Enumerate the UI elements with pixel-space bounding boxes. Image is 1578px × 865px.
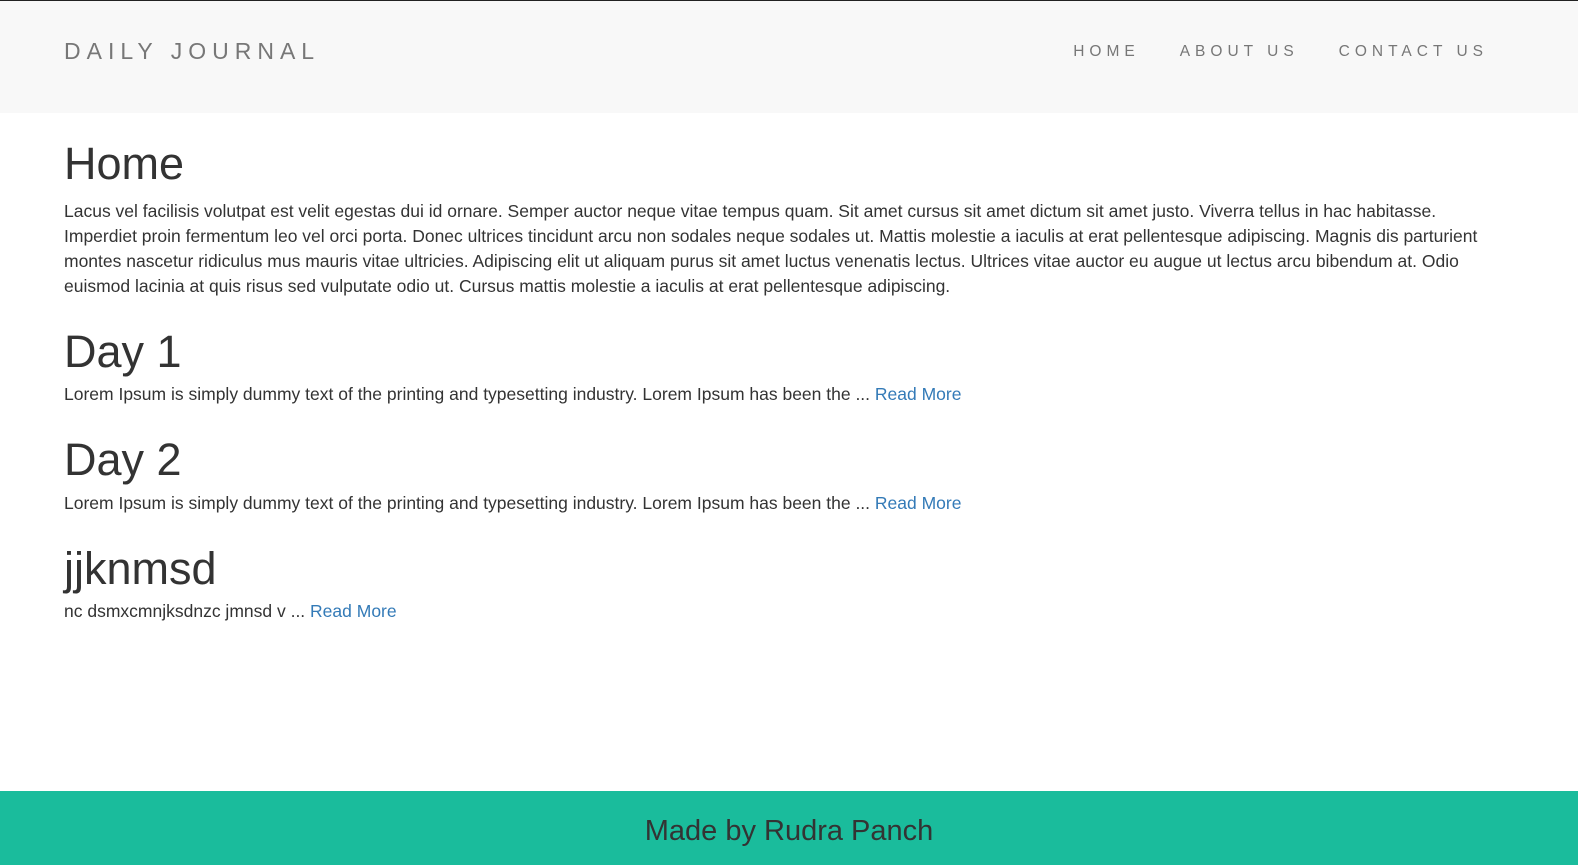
- nav-links: HOME ABOUT US CONTACT US: [1033, 43, 1488, 61]
- page-title: Home: [64, 138, 185, 189]
- nav-item-about: ABOUT US: [1180, 43, 1299, 61]
- post-excerpt-line: Lorem Ipsum is simply dummy text of the …: [64, 491, 1514, 516]
- main-content: Home Lacus vel facilisis volutpat est ve…: [0, 113, 1578, 624]
- brand-logo-link[interactable]: DAILY JOURNAL: [64, 38, 320, 65]
- post-title: Day 1: [64, 325, 182, 377]
- intro-paragraph: Lacus vel facilisis volutpat est velit e…: [64, 200, 1478, 296]
- post-excerpt-line: nc dsmxcmnjksdnzc jmnsd v ... Read More: [64, 599, 1514, 624]
- post-item: Day 2 Lorem Ipsum is simply dummy text o…: [64, 435, 1514, 516]
- footer-credit: Made by Rudra Panch: [644, 815, 934, 847]
- nav-link-home[interactable]: HOME: [1073, 43, 1140, 60]
- nav-item-home: HOME: [1073, 43, 1140, 61]
- navbar: DAILY JOURNAL HOME ABOUT US CONTACT US: [0, 1, 1578, 113]
- read-more-link[interactable]: Read More: [875, 384, 962, 404]
- nav-item-contact: CONTACT US: [1339, 43, 1488, 61]
- post-item: jjknmsd nc dsmxcmnjksdnzc jmnsd v ... Re…: [64, 542, 1514, 625]
- nav-link-contact-us[interactable]: CONTACT US: [1339, 43, 1488, 60]
- read-more-link[interactable]: Read More: [310, 601, 397, 621]
- footer: Made by Rudra Panch: [0, 791, 1578, 865]
- post-item: Day 1 Lorem Ipsum is simply dummy text o…: [64, 325, 1514, 408]
- post-title: Day 2: [64, 434, 182, 485]
- post-excerpt: Lorem Ipsum is simply dummy text of the …: [64, 492, 875, 513]
- post-excerpt-line: Lorem Ipsum is simply dummy text of the …: [64, 382, 1514, 407]
- post-title: jjknmsd: [64, 542, 217, 594]
- page: DAILY JOURNAL HOME ABOUT US CONTACT US H…: [0, 0, 1578, 865]
- post-excerpt: Lorem Ipsum is simply dummy text of the …: [64, 384, 875, 404]
- post-excerpt: nc dsmxcmnjksdnzc jmnsd v ...: [64, 601, 311, 621]
- read-more-link[interactable]: Read More: [875, 493, 962, 513]
- nav-link-about-us[interactable]: ABOUT US: [1180, 43, 1299, 60]
